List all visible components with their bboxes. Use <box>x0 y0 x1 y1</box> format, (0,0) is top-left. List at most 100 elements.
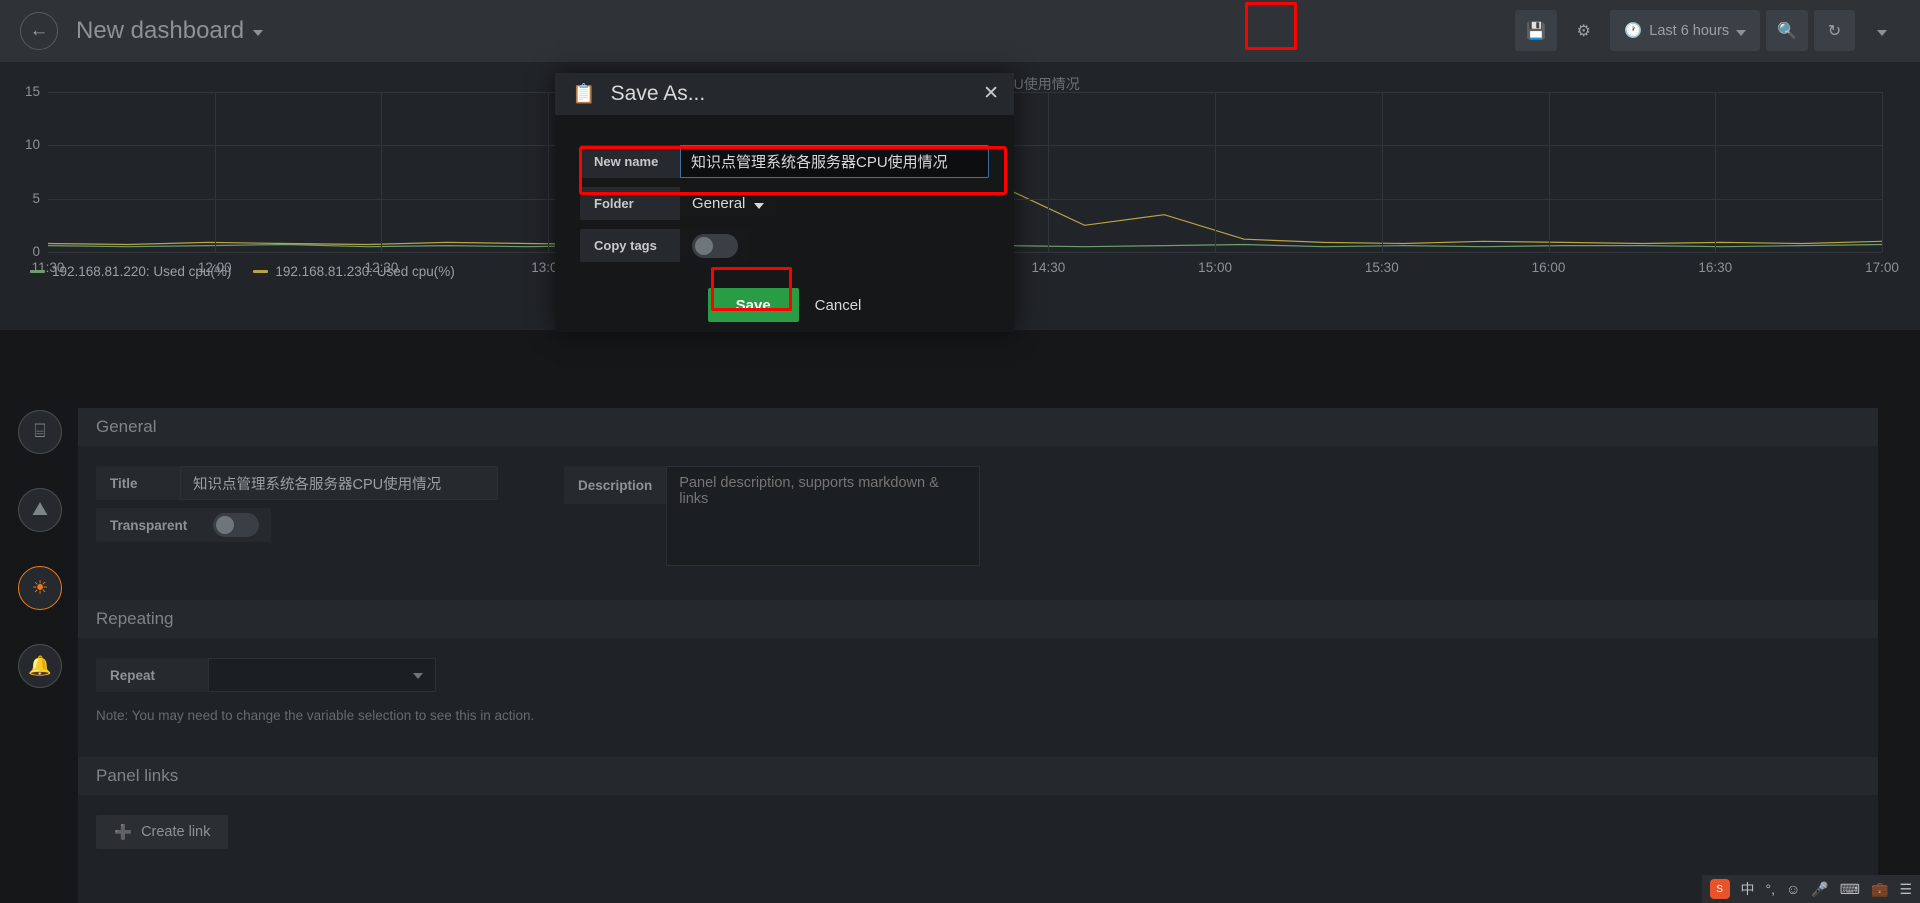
gridline-vertical <box>1215 92 1217 252</box>
folder-label: Folder <box>580 187 680 220</box>
transparent-toggle[interactable] <box>213 513 260 537</box>
ime-mode-toggle[interactable]: 中 <box>1741 879 1755 899</box>
legend-item[interactable]: 192.168.81.230: Used cpu(%) <box>253 264 455 279</box>
save-as-modal-header: 📋 Save As... ✕ <box>555 73 1014 115</box>
repeating-section-body: Repeat Note: You may need to change the … <box>78 638 1878 741</box>
new-name-input[interactable] <box>680 145 989 178</box>
bell-icon: 🔔 <box>28 656 52 677</box>
editor-tab-rail: ⌸ ⛰ ☀ 🔔 <box>18 410 68 722</box>
new-name-label: New name <box>580 145 680 178</box>
save-button[interactable]: Save <box>707 288 799 322</box>
refresh-icon: ↻ <box>1827 22 1842 40</box>
dashboard-title-dropdown[interactable]: New dashboard <box>76 17 264 45</box>
refresh-button[interactable]: ↻ <box>1814 10 1855 51</box>
zoom-out-icon: 🔍 <box>1777 22 1797 40</box>
zoom-out-button[interactable]: 🔍 <box>1766 10 1808 51</box>
gridline-vertical <box>548 92 550 252</box>
general-section-body: Title Transparent Description <box>78 446 1878 584</box>
cancel-button[interactable]: Cancel <box>815 297 862 314</box>
panel-title-input[interactable] <box>180 466 498 500</box>
legend-label: 192.168.81.220: Used cpu(%) <box>52 264 232 279</box>
arrow-left-icon: ← <box>29 20 49 41</box>
folder-value: General <box>692 195 746 212</box>
chevron-down-icon <box>754 202 765 209</box>
chevron-down-icon <box>413 673 423 679</box>
queries-tab[interactable]: ⌸ <box>18 410 62 454</box>
keyboard-icon[interactable]: ⌨ <box>1840 881 1860 898</box>
x-axis-tick: 14:30 <box>1031 260 1066 275</box>
general-tab[interactable]: ☀ <box>18 566 62 610</box>
gridline-vertical <box>1381 92 1383 252</box>
refresh-interval-dropdown[interactable] <box>1861 10 1902 51</box>
x-axis-tick: 15:30 <box>1364 260 1399 275</box>
copy-tags-label: Copy tags <box>580 229 680 262</box>
gridline-vertical <box>381 92 383 252</box>
chevron-down-icon <box>1876 29 1887 36</box>
save-dashboard-button[interactable]: 💾 <box>1515 10 1558 51</box>
save-disk-icon: 💾 <box>1526 22 1547 40</box>
save-as-modal-body: New name Folder General Copy tags <box>555 115 1014 322</box>
repeating-section-header: Repeating <box>78 600 1878 638</box>
navbar-actions: 💾 ⚙ 🕐 Last 6 hours 🔍 ↻ <box>1515 10 1902 51</box>
chevron-down-icon <box>1736 29 1747 36</box>
plus-icon: ➕ <box>114 824 133 841</box>
sogou-logo-icon[interactable]: S <box>1709 879 1730 899</box>
graph-legend: 192.168.81.220: Used cpu(%) 192.168.81.23… <box>30 264 455 279</box>
graph-image-icon: ⛰ <box>32 499 48 520</box>
x-axis-tick: 15:00 <box>1198 260 1232 275</box>
legend-color-swatch <box>253 270 269 273</box>
legend-item[interactable]: 192.168.81.220: Used cpu(%) <box>30 264 231 279</box>
time-range-label: Last 6 hours <box>1649 22 1730 39</box>
save-as-modal-actions: Save Cancel <box>580 288 989 322</box>
visualization-tab[interactable]: ⛰ <box>18 488 62 532</box>
copy-tags-toggle[interactable] <box>692 233 738 258</box>
database-icon: ⌸ <box>34 421 46 442</box>
folder-row: Folder General <box>580 187 989 220</box>
x-axis-tick: 17:00 <box>1865 260 1899 275</box>
panel-links-section-header: Panel links <box>78 757 1878 795</box>
transparent-toggle-cell <box>201 508 272 542</box>
legend-label: 192.168.81.230: Used cpu(%) <box>275 264 455 279</box>
back-button[interactable]: ← <box>20 12 58 50</box>
copy-tags-toggle-cell <box>680 229 750 262</box>
panel-description-textarea[interactable] <box>666 466 981 566</box>
clock-icon: 🕐 <box>1624 23 1643 39</box>
menu-icon[interactable]: ☰ <box>1899 881 1912 898</box>
save-as-modal: 📋 Save As... ✕ New name Folder General C… <box>555 73 1014 332</box>
alert-tab[interactable]: 🔔 <box>18 644 62 688</box>
time-range-picker[interactable]: 🕐 Last 6 hours <box>1610 10 1761 51</box>
close-icon[interactable]: ✕ <box>983 84 999 103</box>
description-field-label: Description <box>564 466 667 504</box>
chevron-down-icon <box>253 30 264 36</box>
save-as-modal-title: Save As... <box>610 82 706 105</box>
copy-tags-row: Copy tags <box>580 229 989 262</box>
cog-sun-icon: ☀ <box>31 577 49 599</box>
gridline-vertical <box>1882 92 1883 252</box>
ime-toolbar: S 中 °, ☺ 🎤 ⌨ 💼 ☰ <box>1701 875 1920 903</box>
toggle-knob <box>216 516 235 534</box>
grafana-dashboard-editor: ← New dashboard 💾 ⚙ 🕐 Last 6 hours 🔍 ↻ 0… <box>0 0 1920 903</box>
x-axis-tick: 16:30 <box>1698 260 1733 275</box>
x-axis-tick: 16:00 <box>1531 260 1566 275</box>
create-link-button[interactable]: ➕ Create link <box>96 815 229 849</box>
repeat-variable-select[interactable] <box>208 658 436 692</box>
gridline-vertical <box>1548 92 1550 252</box>
panel-editor-pane: General Title Transparent <box>78 408 1878 903</box>
smiley-icon[interactable]: ☺ <box>1786 881 1800 897</box>
gear-icon: ⚙ <box>1576 22 1591 40</box>
toolbox-icon[interactable]: 💼 <box>1871 881 1888 898</box>
copy-icon: 📋 <box>572 84 596 105</box>
folder-select[interactable]: General <box>680 187 777 220</box>
general-section-header: General <box>78 408 1878 446</box>
panel-links-section-body: ➕ Create link <box>78 795 1878 867</box>
repeat-field-label: Repeat <box>96 658 208 692</box>
gridline-vertical <box>214 92 216 252</box>
new-name-row: New name <box>580 145 989 178</box>
dashboard-title: New dashboard <box>76 17 245 44</box>
ime-punctuation-toggle[interactable]: °, <box>1766 881 1776 897</box>
transparent-field-label: Transparent <box>96 508 202 542</box>
microphone-icon[interactable]: 🎤 <box>1811 881 1828 898</box>
create-link-label: Create link <box>141 824 211 840</box>
dashboard-settings-button[interactable]: ⚙ <box>1563 10 1604 51</box>
title-field-label: Title <box>96 466 180 500</box>
